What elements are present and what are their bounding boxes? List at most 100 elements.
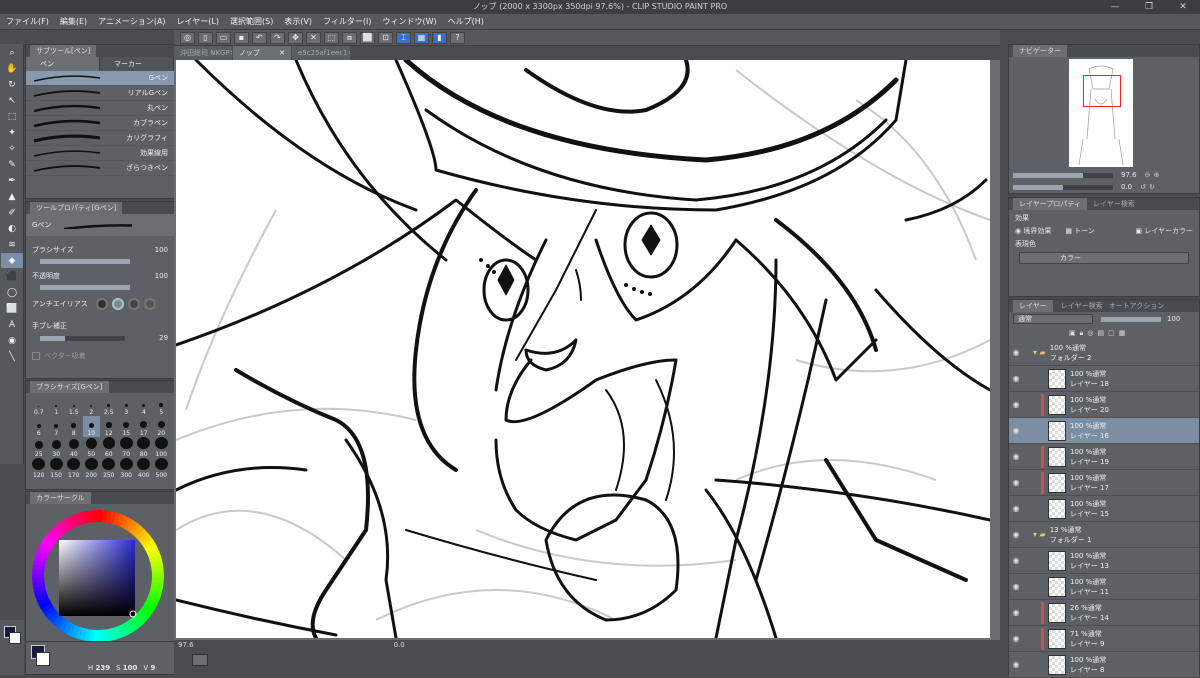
border-effect-button[interactable]: ◉ 境界効果 <box>1015 226 1051 236</box>
tab-marker[interactable]: マーカー <box>100 57 174 71</box>
menu-item-4[interactable]: 選択範囲(S) <box>230 16 273 27</box>
tool-button-6-icon[interactable]: ✧ <box>1 141 23 156</box>
layer-row[interactable]: ◉ 100 %通常 レイヤー 11 <box>1009 574 1199 600</box>
reference-icon[interactable]: ◎ <box>1087 329 1093 337</box>
menu-item-6[interactable]: フィルター(I) <box>323 16 371 27</box>
brush-item[interactable]: カブラペン <box>26 116 174 131</box>
subtool-panel-tab[interactable]: サブツール[ペン] <box>26 45 174 57</box>
snap-grid-icon[interactable]: ▦ <box>414 31 429 44</box>
tool-property-tab[interactable]: ツールプロパティ[Gペン] <box>26 202 174 214</box>
size-value[interactable]: 100 <box>155 246 168 254</box>
redo-icon[interactable]: ↷ <box>270 31 285 44</box>
visibility-eye-icon[interactable]: ◉ <box>1009 426 1023 435</box>
aa-medium-icon[interactable] <box>127 298 140 310</box>
angle-readout[interactable]: 0.0 <box>394 641 405 649</box>
tool-button-4-icon[interactable]: ⬚ <box>1 109 23 124</box>
layer-row[interactable]: ◉ 100 %通常 レイヤー 20 <box>1009 392 1199 418</box>
tool-button-10-icon[interactable]: ✐ <box>1 205 23 220</box>
undo-icon[interactable]: ↶ <box>252 31 267 44</box>
drawing-canvas[interactable] <box>176 60 990 638</box>
close-tab-icon[interactable]: ✕ <box>348 46 350 60</box>
layer-panel-tab[interactable]: レイヤー <box>1013 300 1053 312</box>
tool-button-2-icon[interactable]: ↻ <box>1 77 23 92</box>
crop-icon[interactable]: ⊡ <box>378 31 393 44</box>
brush-size-tab[interactable]: ブラシサイズ[Gペン] <box>26 381 174 393</box>
layer-row[interactable]: ◉ 100 %通常 レイヤー 19 <box>1009 444 1199 470</box>
tool-button-3-icon[interactable]: ↖ <box>1 93 23 108</box>
tone-button[interactable]: ▦ トーン <box>1065 226 1095 236</box>
navigator-tab[interactable]: ナビゲーター <box>1009 45 1199 57</box>
deselect-icon[interactable]: ⬜ <box>360 31 375 44</box>
zoom-readout[interactable]: 97.6 <box>178 641 194 649</box>
clear-icon[interactable]: ✕ <box>306 31 321 44</box>
aa-none-icon[interactable] <box>95 298 108 310</box>
help-icon[interactable]: ? <box>450 31 465 44</box>
minimize-button[interactable]: — <box>1098 0 1132 14</box>
tool-button-16-icon[interactable]: ⬜ <box>1 301 23 316</box>
document-tab[interactable]: ノッブ ✕ <box>233 46 291 60</box>
layer-row[interactable]: ◉ 26 %通常 レイヤー 14 <box>1009 600 1199 626</box>
tool-button-14-icon[interactable]: ⬛ <box>1 269 23 284</box>
visibility-eye-icon[interactable]: ◉ <box>1009 634 1023 643</box>
visibility-eye-icon[interactable]: ◉ <box>1009 608 1023 617</box>
color-tab[interactable]: カラーサークル <box>26 492 174 504</box>
brush-size-cell[interactable]: 200 <box>83 458 101 479</box>
tool-button-18-icon[interactable]: ◉ <box>1 333 23 348</box>
size-slider[interactable] <box>40 258 130 264</box>
brush-size-cell[interactable]: 300 <box>118 458 136 479</box>
brush-size-cell[interactable]: 100 <box>153 437 171 458</box>
zoom-in-icon[interactable]: ⊕ <box>1153 171 1159 179</box>
brush-size-cell[interactable]: 150 <box>48 458 66 479</box>
brush-size-cell[interactable]: 2.5 <box>100 395 118 416</box>
tool-button-7-icon[interactable]: ✎ <box>1 157 23 172</box>
layer-folder-row[interactable]: ◉ ▾ ▰ 13 %通常 フォルダー 1 <box>1009 522 1199 548</box>
layer-row[interactable]: ◉ 100 %通常 レイヤー 16 <box>1009 418 1199 444</box>
visibility-eye-icon[interactable]: ◉ <box>1009 504 1023 513</box>
color-wheel[interactable] <box>26 504 174 654</box>
menu-item-3[interactable]: レイヤー(L) <box>177 16 219 27</box>
navigator-zoom-slider[interactable] <box>1013 172 1113 178</box>
tool-button-12-icon[interactable]: ≋ <box>1 237 23 252</box>
tool-button-5-icon[interactable]: ✦ <box>1 125 23 140</box>
brush-size-cell[interactable]: 25 <box>30 437 48 458</box>
brush-size-cell[interactable]: 0.7 <box>30 395 48 416</box>
layer-row[interactable]: ◉ 71 %通常 レイヤー 9 <box>1009 626 1199 652</box>
visibility-eye-icon[interactable]: ◉ <box>1009 400 1023 409</box>
close-tab-icon[interactable]: ✕ <box>230 46 232 60</box>
invert-selection-icon[interactable]: ⧈ <box>342 31 357 44</box>
tool-button-19-icon[interactable]: ╲ <box>1 349 23 364</box>
tool-button-17-icon[interactable]: A <box>1 317 23 332</box>
menu-item-7[interactable]: ウィンドウ(W) <box>383 16 437 27</box>
tool-button-11-icon[interactable]: ◐ <box>1 221 23 236</box>
brush-size-cell[interactable]: 120 <box>30 458 48 479</box>
select-icon[interactable]: ⬚ <box>324 31 339 44</box>
zoom-out-icon[interactable]: ⊖ <box>1145 171 1151 179</box>
navigator-rotate-slider[interactable] <box>1013 184 1113 190</box>
brush-size-cell[interactable]: 8 <box>65 416 83 437</box>
layer-row[interactable]: ◉ 100 %通常 レイヤー 18 <box>1009 366 1199 392</box>
brush-size-cell[interactable]: 15 <box>118 416 136 437</box>
maximize-button[interactable]: ❐ <box>1132 0 1166 14</box>
tool-button-13-icon[interactable]: ◆ <box>1 253 23 268</box>
brush-item[interactable]: 効果線用 <box>26 146 174 161</box>
blend-mode-select[interactable]: 通常 <box>1013 314 1093 324</box>
brush-size-cell[interactable]: 500 <box>153 458 171 479</box>
stabilization-value[interactable]: 29 <box>159 334 168 342</box>
ruler-icon[interactable]: ▦ <box>1119 329 1126 337</box>
navigator-toggle-icon[interactable] <box>192 654 208 666</box>
tool-button-8-icon[interactable]: ✒ <box>1 173 23 188</box>
brush-item[interactable]: ざらつきペン <box>26 161 174 176</box>
draft-icon[interactable]: ▤ <box>1097 329 1104 337</box>
menu-item-8[interactable]: ヘルプ(H) <box>448 16 484 27</box>
layer-folder-row[interactable]: ◉ ▾ ▰ 100 %通常 フォルダー 2 <box>1009 340 1199 366</box>
brush-size-cell[interactable]: 12 <box>100 416 118 437</box>
brush-size-cell[interactable]: 250 <box>100 458 118 479</box>
lock-icon[interactable]: 🔒︎ <box>1080 329 1084 338</box>
tool-button-0-icon[interactable]: ⌕ <box>1 45 23 60</box>
layer-row[interactable]: ◉ 100 %通常 レイヤー 8 <box>1009 652 1199 678</box>
rotate-right-icon[interactable]: ↻ <box>1149 183 1155 191</box>
brush-size-cell[interactable]: 50 <box>83 437 101 458</box>
sub-color-swatch[interactable] <box>9 632 21 644</box>
visibility-eye-icon[interactable]: ◉ <box>1009 348 1023 357</box>
brush-size-cell[interactable]: 20 <box>153 416 171 437</box>
